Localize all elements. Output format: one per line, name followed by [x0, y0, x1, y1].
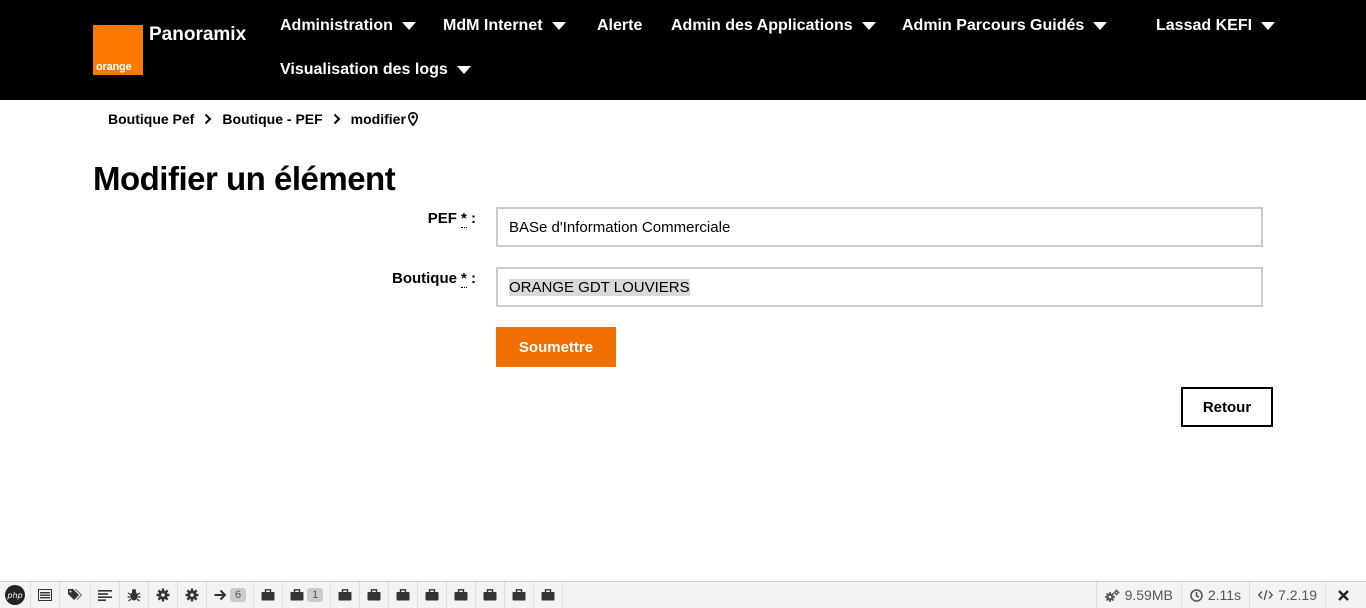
briefcase-icon	[454, 589, 468, 601]
briefcase-icon	[483, 589, 497, 601]
collector-tab-1[interactable]	[254, 582, 284, 608]
caret-down-icon	[401, 22, 416, 30]
tags-icon	[68, 589, 82, 600]
briefcase-icon	[541, 589, 555, 601]
caret-down-icon	[1093, 22, 1108, 30]
briefcase-icon	[425, 589, 439, 601]
bug-icon	[127, 589, 141, 602]
nav-visualisation-logs[interactable]: Visualisation des logs	[280, 61, 471, 79]
php-logo-icon: php	[5, 585, 25, 605]
php-version-value: 7.2.19	[1278, 587, 1317, 603]
briefcase-icon	[367, 589, 381, 601]
page-title: Modifier un élément	[93, 160, 396, 197]
caret-down-icon	[861, 22, 876, 30]
php-logo[interactable]: php	[0, 582, 31, 608]
top-navbar: orange Panoramix Administration MdM Inte…	[0, 0, 1366, 100]
nav-label: Alerte	[597, 17, 643, 34]
nav-alerte[interactable]: Alerte	[597, 17, 642, 35]
debug-toolbar: php 6 1 9.59MB 2.11s 7.2.19	[0, 581, 1366, 608]
app-brand[interactable]: Panoramix	[149, 24, 246, 46]
collector-tab-10[interactable]	[534, 582, 564, 608]
boutique-label-text: Boutique	[391, 270, 457, 287]
clock-icon	[1190, 588, 1203, 602]
collector-tab-8[interactable]	[476, 582, 506, 608]
breadcrumb-current: modifier	[350, 111, 406, 127]
collector-tab-6[interactable]	[418, 582, 448, 608]
pef-label: PEF * :	[427, 210, 476, 228]
breadcrumb-item[interactable]: Boutique Pef	[108, 111, 194, 127]
boutique-label: Boutique * :	[391, 270, 476, 288]
nav-label: MdM Internet	[443, 17, 543, 34]
arrow-right-icon	[214, 589, 227, 601]
briefcase-icon	[290, 589, 304, 601]
nav-label: Visualisation des logs	[280, 61, 448, 78]
collector-tab-7[interactable]	[447, 582, 477, 608]
nav-label: Lassad KEFI	[1156, 17, 1253, 34]
map-pin-icon	[407, 112, 418, 126]
back-button[interactable]: Retour	[1181, 387, 1273, 427]
collector-tab-9[interactable]	[505, 582, 535, 608]
timeline-tab[interactable]	[91, 582, 120, 608]
caret-down-icon	[456, 66, 471, 74]
collector-tab-4[interactable]	[360, 582, 390, 608]
required-mark: *	[460, 210, 467, 228]
briefcase-icon	[396, 589, 410, 601]
collector-count-badge: 1	[307, 588, 324, 602]
gear-icon	[156, 588, 170, 602]
close-icon[interactable]	[1325, 582, 1366, 608]
breadcrumb: Boutique Pef Boutique - PEF modifier	[108, 111, 418, 127]
orange-logo-text: orange	[96, 61, 132, 73]
pef-input-value: BASe d'Information Commerciale	[509, 218, 731, 236]
nav-mdm-internet[interactable]: MdM Internet	[443, 17, 566, 35]
nav-admin-parcours-guides[interactable]: Admin Parcours Guidés	[902, 17, 1108, 35]
nav-label: Admin des Applications	[671, 17, 853, 34]
nav-administration[interactable]: Administration	[280, 17, 416, 35]
pef-label-text: PEF	[427, 210, 457, 227]
caret-down-icon	[1261, 22, 1276, 30]
php-version-stat[interactable]: 7.2.19	[1249, 582, 1325, 608]
nav-label: Admin Parcours Guidés	[902, 17, 1085, 34]
nav-label: Administration	[280, 17, 393, 34]
submit-button[interactable]: Soumettre	[496, 327, 616, 367]
required-mark: *	[460, 270, 467, 288]
code-icon	[1258, 589, 1274, 601]
nav-user-menu[interactable]: Lassad KEFI	[1156, 17, 1276, 35]
breadcrumb-item[interactable]: Boutique - PEF	[222, 111, 322, 127]
nav-admin-applications[interactable]: Admin des Applications	[671, 17, 876, 35]
pef-input[interactable]: BASe d'Information Commerciale	[496, 207, 1263, 247]
config-tab[interactable]	[149, 582, 178, 608]
chevron-right-icon	[204, 113, 212, 125]
memory-value: 9.59MB	[1124, 587, 1173, 603]
briefcase-icon	[338, 589, 352, 601]
messages-tab[interactable]	[31, 582, 60, 608]
time-value: 2.11s	[1207, 587, 1242, 603]
boutique-input[interactable]: ORANGE GDT LOUVIERS	[496, 267, 1263, 307]
route-count-badge: 6	[230, 588, 247, 602]
boutique-input-value: ORANGE GDT LOUVIERS	[509, 278, 690, 296]
settings-tab[interactable]	[178, 582, 207, 608]
exceptions-tab[interactable]	[120, 582, 149, 608]
caret-down-icon	[551, 22, 566, 30]
tags-tab[interactable]	[60, 582, 91, 608]
route-tab[interactable]: 6	[207, 582, 255, 608]
chevron-right-icon	[333, 113, 341, 125]
list-icon	[38, 589, 52, 601]
orange-logo[interactable]: orange	[93, 25, 143, 75]
collector-tab-3[interactable]	[331, 582, 361, 608]
briefcase-icon	[512, 589, 526, 601]
briefcase-icon	[261, 589, 275, 601]
collector-tab-5[interactable]	[389, 582, 419, 608]
align-icon	[98, 590, 112, 601]
time-stat[interactable]: 2.11s	[1180, 582, 1249, 608]
cogs-icon	[1104, 589, 1120, 602]
memory-stat[interactable]: 9.59MB	[1095, 582, 1181, 608]
collector-tab-2[interactable]: 1	[283, 582, 332, 608]
gear-icon	[185, 588, 199, 602]
